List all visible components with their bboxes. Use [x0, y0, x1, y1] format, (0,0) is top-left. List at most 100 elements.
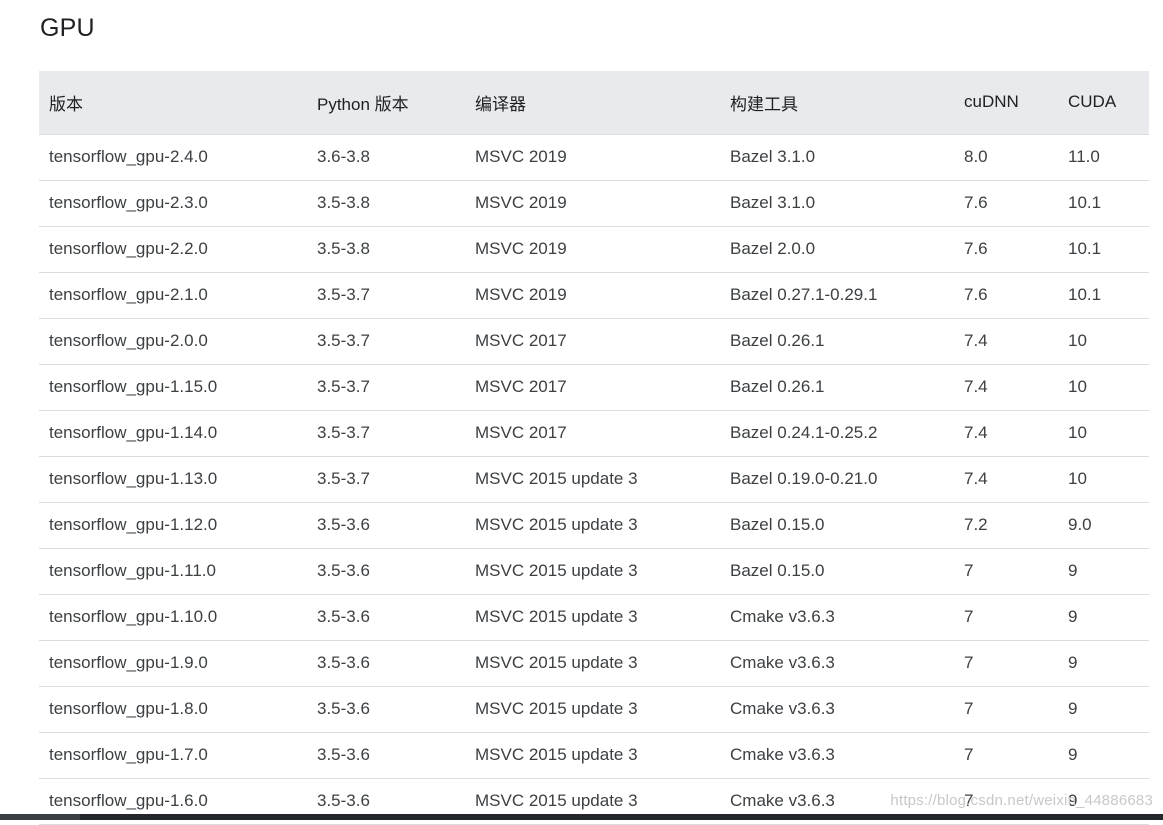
cell-cudnn: 7.4	[964, 469, 988, 488]
cell-cudnn: 7	[964, 699, 974, 718]
cell-build-tool: Bazel 3.1.0	[730, 147, 816, 166]
cell-build-tool: Bazel 0.15.0	[730, 515, 825, 534]
cell-compiler: MSVC 2019	[475, 193, 567, 212]
cell-version: tensorflow_gpu-2.4.0	[49, 147, 208, 166]
cell-version: tensorflow_gpu-1.7.0	[49, 745, 208, 764]
cell-build-tool: Bazel 0.27.1-0.29.1	[730, 285, 878, 304]
cell-cuda: 10.1	[1068, 285, 1102, 304]
table-row: tensorflow_gpu-2.2.0 3.5-3.8 MSVC 2019 Baze…	[39, 226, 1149, 272]
cell-build-tool: Bazel 2.0.0	[730, 239, 816, 258]
gpu-compatibility-table: 版本 Python 版本 编译器 构建工具 cuDNN CUDA tensorf…	[39, 71, 1149, 825]
cell-cudnn: 8.0	[964, 147, 988, 166]
cell-version: tensorflow_gpu-2.0.0	[49, 331, 208, 350]
cell-python-version: 3.5-3.6	[317, 515, 370, 534]
compatibility-table-container: 版本 Python 版本 编译器 构建工具 cuDNN CUDA tensorf…	[39, 71, 1149, 825]
table-body: tensorflow_gpu-2.4.0 3.6-3.8 MSVC 2019 Baze…	[39, 134, 1149, 824]
table-row: tensorflow_gpu-2.0.0 3.5-3.7 MSVC 2017 Baze…	[39, 318, 1149, 364]
table-header-row: 版本 Python 版本 编译器 构建工具 cuDNN CUDA	[39, 71, 1149, 135]
cell-python-version: 3.5-3.6	[317, 699, 370, 718]
cell-cudnn: 7.6	[964, 285, 988, 304]
cell-version: tensorflow_gpu-1.10.0	[49, 607, 218, 626]
cell-version: tensorflow_gpu-2.1.0	[49, 285, 208, 304]
cell-build-tool: Cmake v3.6.3	[730, 607, 835, 626]
cell-python-version: 3.5-3.6	[317, 653, 370, 672]
section-title: GPU	[40, 14, 95, 42]
cell-cudnn: 7.4	[964, 377, 988, 396]
cell-cuda: 10	[1068, 377, 1087, 396]
cell-cuda: 10	[1068, 423, 1087, 442]
cell-version: tensorflow_gpu-1.14.0	[49, 423, 218, 442]
cell-cudnn: 7	[964, 653, 974, 672]
cell-build-tool: Bazel 0.26.1	[730, 331, 825, 350]
cell-python-version: 3.5-3.8	[317, 193, 370, 212]
cell-cuda: 9	[1068, 607, 1078, 626]
cell-cudnn: 7.6	[964, 193, 988, 212]
scrollbar-thumb[interactable]	[0, 814, 80, 820]
header-cuda: CUDA	[1058, 71, 1149, 135]
table-row: tensorflow_gpu-2.4.0 3.6-3.8 MSVC 2019 Baze…	[39, 134, 1149, 180]
cell-cuda: 10.1	[1068, 239, 1102, 258]
table-header: 版本 Python 版本 编译器 构建工具 cuDNN CUDA	[39, 71, 1149, 135]
cell-python-version: 3.5-3.7	[317, 377, 370, 396]
cell-python-version: 3.5-3.7	[317, 469, 370, 488]
cell-version: tensorflow_gpu-2.2.0	[49, 239, 208, 258]
header-cudnn: cuDNN	[954, 71, 1058, 135]
cell-cuda: 9	[1068, 699, 1078, 718]
cell-compiler: MSVC 2017	[475, 377, 567, 396]
cell-build-tool: Bazel 0.24.1-0.25.2	[730, 423, 878, 442]
cell-python-version: 3.5-3.7	[317, 423, 370, 442]
table-row: tensorflow_gpu-2.1.0 3.5-3.7 MSVC 2019 Baze…	[39, 272, 1149, 318]
cell-python-version: 3.6-3.8	[317, 147, 370, 166]
cell-build-tool: Bazel 0.26.1	[730, 377, 825, 396]
cell-python-version: 3.5-3.7	[317, 331, 370, 350]
cell-build-tool: Bazel 3.1.0	[730, 193, 816, 212]
cell-version: tensorflow_gpu-1.15.0	[49, 377, 218, 396]
header-compiler: 编译器	[465, 71, 720, 135]
cell-version: tensorflow_gpu-1.9.0	[49, 653, 208, 672]
table-row: tensorflow_gpu-1.14.0 3.5-3.7 MSVC 2017 Baz…	[39, 410, 1149, 456]
cell-version: tensorflow_gpu-1.12.0	[49, 515, 218, 534]
cell-cudnn: 7.6	[964, 239, 988, 258]
cell-compiler: MSVC 2019	[475, 285, 567, 304]
cell-python-version: 3.5-3.6	[317, 607, 370, 626]
table-row: tensorflow_gpu-1.9.0 3.5-3.6 MSVC 2015 upd…	[39, 640, 1149, 686]
cell-compiler: MSVC 2015 update 3	[475, 561, 638, 580]
cell-compiler: MSVC 2015 update 3	[475, 607, 638, 626]
cell-python-version: 3.5-3.6	[317, 561, 370, 580]
cell-cudnn: 7.4	[964, 423, 988, 442]
cell-cuda: 10	[1068, 331, 1087, 350]
cell-version: tensorflow_gpu-1.8.0	[49, 699, 208, 718]
cell-compiler: MSVC 2017	[475, 331, 567, 350]
cell-python-version: 3.5-3.8	[317, 239, 370, 258]
cell-python-version: 3.5-3.6	[317, 745, 370, 764]
cell-version: tensorflow_gpu-1.11.0	[49, 561, 216, 580]
cell-cudnn: 7	[964, 561, 974, 580]
cell-cudnn: 7	[964, 745, 974, 764]
cell-compiler: MSVC 2015 update 3	[475, 469, 638, 488]
cell-compiler: MSVC 2019	[475, 147, 567, 166]
header-build-tool: 构建工具	[720, 71, 954, 135]
table-row: tensorflow_gpu-1.11.0 3.5-3.6 MSVC 2015 up…	[39, 548, 1149, 594]
table-row: tensorflow_gpu-1.8.0 3.5-3.6 MSVC 2015 upd…	[39, 686, 1149, 732]
header-version: 版本	[39, 71, 307, 135]
cell-cudnn: 7.2	[964, 515, 988, 534]
header-python-version: Python 版本	[307, 71, 465, 135]
cell-compiler: MSVC 2015 update 3	[475, 653, 638, 672]
cell-cuda: 11.0	[1068, 147, 1100, 166]
cell-cudnn: 7.4	[964, 331, 988, 350]
cell-build-tool: Cmake v3.6.3	[730, 653, 835, 672]
cell-python-version: 3.5-3.7	[317, 285, 370, 304]
horizontal-scrollbar[interactable]	[0, 814, 1163, 820]
table-row: tensorflow_gpu-1.10.0 3.5-3.6 MSVC 2015 up…	[39, 594, 1149, 640]
cell-cuda: 10.1	[1068, 193, 1102, 212]
cell-build-tool: Cmake v3.6.3	[730, 745, 835, 764]
table-row: tensorflow_gpu-1.15.0 3.5-3.7 MSVC 2017 Baz…	[39, 364, 1149, 410]
table-row: tensorflow_gpu-1.12.0 3.5-3.6 MSVC 2015 up…	[39, 502, 1149, 548]
cell-cuda: 9.0	[1068, 515, 1092, 534]
cell-compiler: MSVC 2019	[475, 239, 567, 258]
table-row: tensorflow_gpu-1.7.0 3.5-3.6 MSVC 2015 upd…	[39, 732, 1149, 778]
cell-version: tensorflow_gpu-1.13.0	[49, 469, 218, 488]
cell-compiler: MSVC 2015 update 3	[475, 515, 638, 534]
cell-cuda: 9	[1068, 745, 1078, 764]
cell-compiler: MSVC 2015 update 3	[475, 745, 638, 764]
